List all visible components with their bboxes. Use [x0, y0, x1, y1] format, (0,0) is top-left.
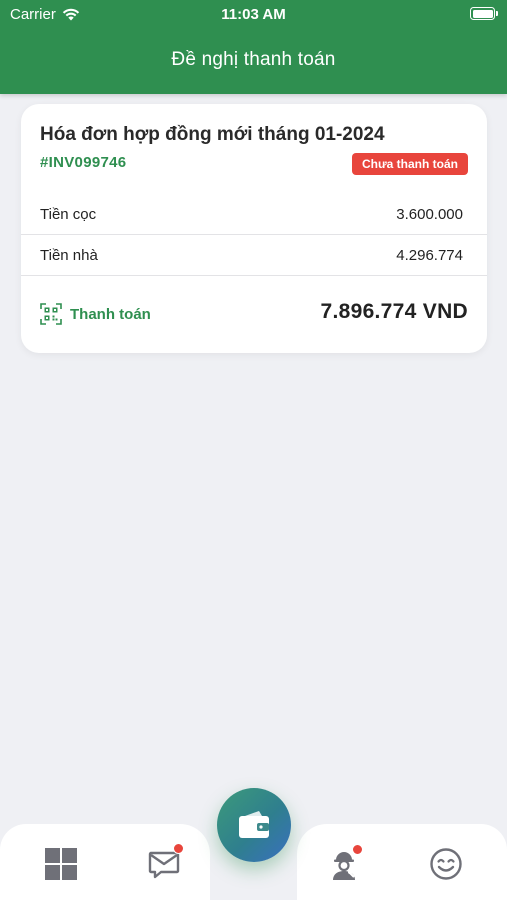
grid-icon [45, 848, 77, 880]
line-item-amount: 3.600.000 [396, 205, 463, 223]
line-item-deposit: Tiền cọc 3.600.000 [21, 194, 487, 234]
notification-dot [352, 844, 363, 855]
divider [21, 275, 487, 276]
status-bar: Carrier 11:03 AM [0, 0, 507, 28]
invoice-title: Hóa đơn hợp đồng mới tháng 01-2024 [40, 124, 385, 145]
line-item-rent: Tiền nhà 4.296.774 [21, 235, 487, 275]
smiley-icon [430, 848, 462, 880]
tab-dashboard[interactable] [43, 846, 79, 882]
invoice-code: #INV099746 [40, 154, 127, 171]
line-item-label: Tiền cọc [40, 205, 97, 223]
status-badge: Chưa thanh toán [351, 153, 468, 175]
pay-label: Thanh toán [70, 305, 151, 323]
invoice-card[interactable]: Hóa đơn hợp đồng mới tháng 01-2024 #INV0… [21, 104, 487, 353]
status-time: 11:03 AM [221, 6, 286, 23]
app-header: Carrier 11:03 AM Đề nghị thanh toán [0, 0, 507, 94]
battery-icon [470, 7, 498, 20]
wallet-button[interactable] [217, 788, 291, 862]
tab-services[interactable] [326, 844, 363, 882]
wallet-icon [239, 811, 269, 838]
total-amount: 7.896.774 VND [320, 300, 468, 323]
notification-dot [173, 843, 184, 854]
tab-profile[interactable] [428, 846, 464, 882]
line-item-label: Tiền nhà [40, 246, 98, 264]
pay-button[interactable]: Thanh toán [40, 303, 151, 325]
page-title: Đề nghị thanh toán [171, 49, 336, 70]
tab-messages[interactable] [146, 843, 184, 882]
qr-code-icon [40, 303, 62, 325]
line-item-amount: 4.296.774 [396, 246, 463, 264]
